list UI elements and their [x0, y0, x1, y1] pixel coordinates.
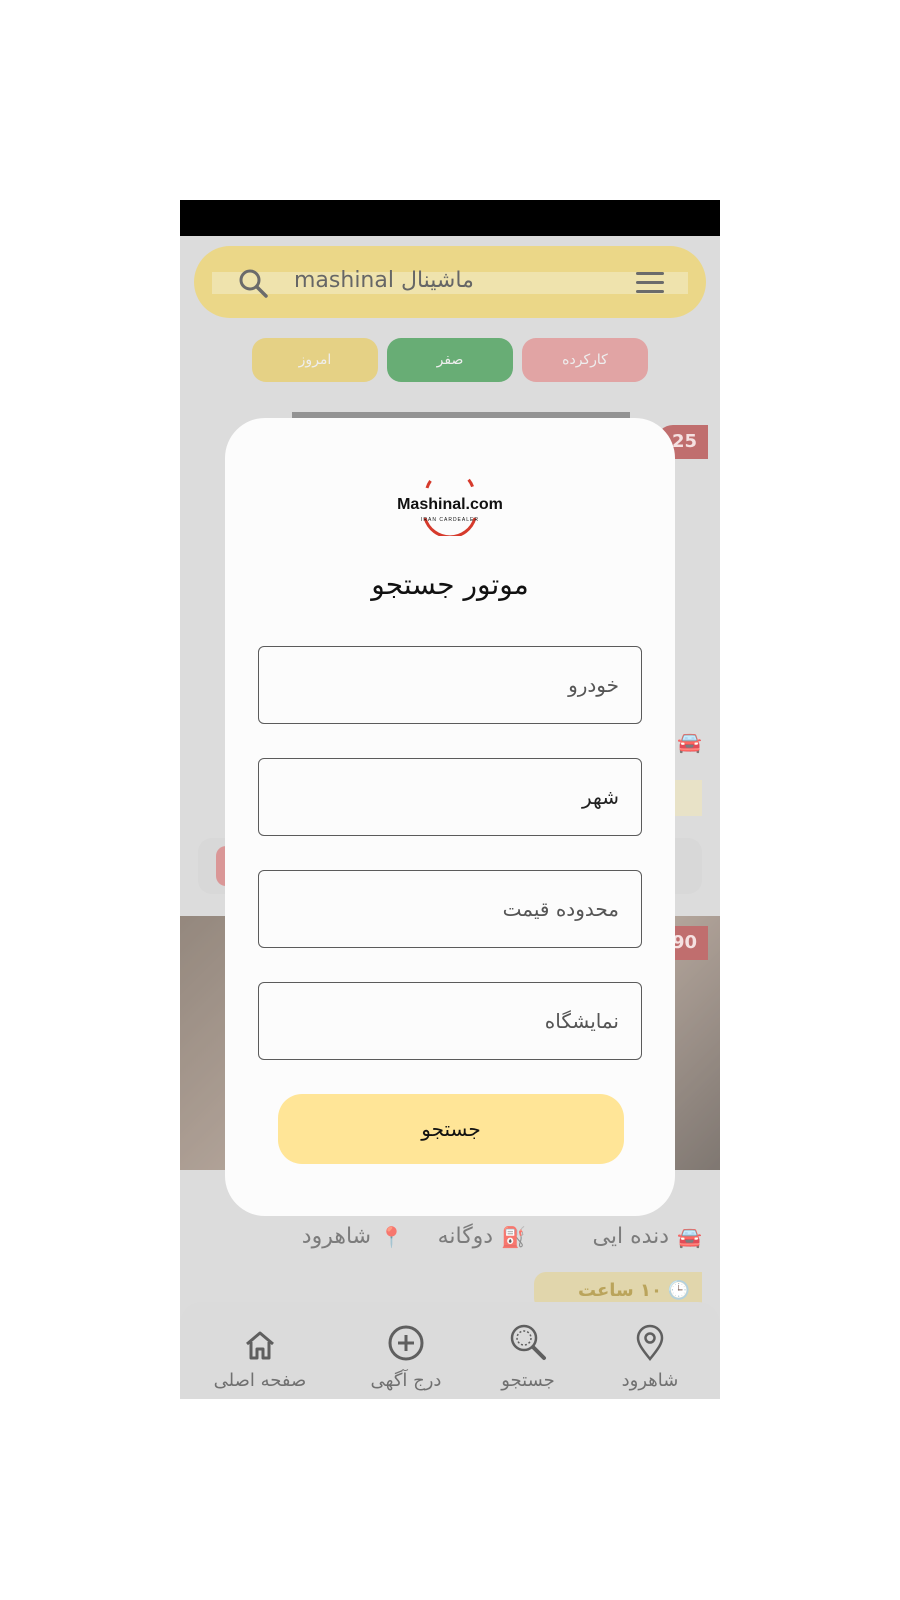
brand-logo: Mashinal.com IRAN CARDEALER	[375, 469, 525, 539]
dealer-input[interactable]	[259, 983, 641, 1059]
modal-title: موتور جستجو	[371, 568, 529, 601]
search-modal: Mashinal.com IRAN CARDEALER موتور جستجو …	[225, 418, 675, 1216]
dealer-field[interactable]	[258, 982, 642, 1060]
car-input[interactable]	[259, 647, 641, 723]
search-submit-button[interactable]: جستجو	[278, 1094, 624, 1164]
logo-text: Mashinal.com	[397, 496, 503, 513]
status-bar	[180, 200, 720, 236]
car-field[interactable]	[258, 646, 642, 724]
city-field[interactable]	[258, 758, 642, 836]
price-range-input[interactable]	[259, 871, 641, 947]
logo-tagline: IRAN CARDEALER	[421, 517, 479, 523]
phone-screen: ماشینال mashinal امروز صفر کارکرده 25 🚘 …	[180, 200, 720, 1399]
city-input[interactable]	[259, 759, 641, 835]
price-range-field[interactable]	[258, 870, 642, 948]
